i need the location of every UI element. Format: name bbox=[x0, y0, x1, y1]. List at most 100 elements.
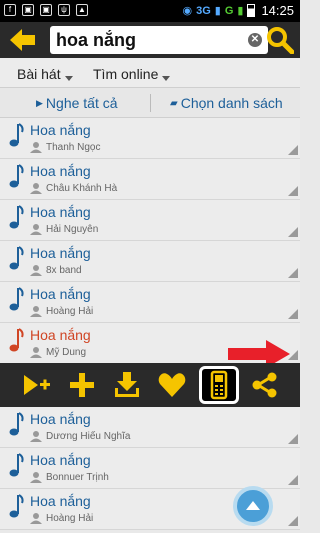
song-title: Hoa nắng bbox=[30, 493, 91, 509]
music-note-icon bbox=[9, 123, 24, 147]
dropdown-icon bbox=[162, 76, 171, 81]
artist-name: Hoàng Hải bbox=[46, 306, 94, 317]
network-3g-label: 3G bbox=[196, 4, 211, 17]
arrow-up-icon bbox=[246, 501, 260, 510]
divider bbox=[150, 94, 151, 112]
game-icon: ▲ bbox=[76, 4, 88, 16]
song-item[interactable]: Hoa nắng Thanh Ngọc bbox=[0, 118, 300, 159]
search-input[interactable] bbox=[56, 30, 244, 51]
play-all-button[interactable]: ▶ Nghe tất cả bbox=[36, 95, 118, 111]
song-title: Hoa nắng bbox=[30, 411, 91, 427]
song-list: Hoa nắng Thanh Ngọc Hoa nắng Châu Khánh … bbox=[0, 118, 300, 364]
artist-icon bbox=[30, 513, 42, 524]
artist-icon bbox=[30, 472, 42, 483]
usb-icon: ψ bbox=[58, 4, 70, 16]
download-button[interactable] bbox=[112, 371, 142, 399]
menu-corner-icon[interactable] bbox=[288, 145, 298, 155]
artist-icon bbox=[30, 183, 42, 194]
menu-corner-icon[interactable] bbox=[288, 475, 298, 485]
song-item[interactable]: Hoa nắng Châu Khánh Hà bbox=[0, 159, 300, 200]
filter-bar: Bài hát Tìm online bbox=[0, 58, 300, 88]
music-note-icon bbox=[9, 164, 24, 188]
artist-icon bbox=[30, 142, 42, 153]
artist-name: 8x band bbox=[46, 265, 82, 276]
search-icon[interactable] bbox=[266, 26, 294, 54]
facebook-icon: f bbox=[4, 4, 16, 16]
signal2-icon: ▮ bbox=[237, 5, 244, 17]
wifi-icon: ◉ bbox=[182, 5, 193, 17]
download-icon bbox=[115, 372, 139, 397]
song-item[interactable]: Hoa nắng Hoàng Hải bbox=[0, 282, 300, 323]
menu-corner-icon[interactable] bbox=[288, 268, 298, 278]
heart-icon bbox=[158, 373, 186, 397]
music-note-icon bbox=[9, 205, 24, 229]
artist-name: Thanh Ngọc bbox=[46, 142, 101, 153]
song-item[interactable]: Hoa nắng Hải Nguyên bbox=[0, 200, 300, 241]
dropdown-icon bbox=[64, 76, 73, 81]
artist-icon bbox=[30, 347, 42, 358]
play-all-label: Nghe tất cả bbox=[45, 95, 118, 111]
favorite-button[interactable] bbox=[157, 371, 187, 399]
menu-corner-icon[interactable] bbox=[288, 434, 298, 444]
set-ringtone-button[interactable] bbox=[199, 366, 239, 404]
battery-icon bbox=[247, 4, 256, 17]
clear-icon[interactable]: ✕ bbox=[248, 33, 262, 47]
image-icon: ▣ bbox=[22, 4, 34, 16]
artist-icon bbox=[30, 265, 42, 276]
artist-name: Dương Hiếu Nghĩa bbox=[46, 431, 131, 442]
clock: 14:25 bbox=[261, 3, 294, 18]
song-item[interactable]: Hoa nắng Bonnuer Trịnh bbox=[0, 448, 300, 489]
add-to-queue-button[interactable] bbox=[22, 371, 52, 399]
song-title: Hoa nắng bbox=[30, 204, 91, 220]
truck-icon: ▰ bbox=[170, 97, 178, 109]
song-action-toolbar bbox=[0, 363, 300, 407]
song-title: Hoa nắng bbox=[30, 452, 91, 468]
music-note-icon bbox=[9, 328, 24, 352]
artist-name: Bonnuer Trịnh bbox=[46, 472, 109, 483]
search-toolbar: ✕ bbox=[0, 22, 300, 58]
scroll-top-button[interactable] bbox=[233, 486, 273, 526]
phone-icon bbox=[210, 370, 228, 400]
category-label: Bài hát bbox=[17, 66, 61, 82]
music-note-icon bbox=[9, 246, 24, 270]
plus-icon bbox=[70, 373, 94, 397]
menu-corner-icon[interactable] bbox=[288, 227, 298, 237]
song-item[interactable]: Hoa nắng 8x band bbox=[0, 241, 300, 282]
song-title: Hoa nắng bbox=[30, 122, 91, 138]
gallery-icon: ▣ bbox=[40, 4, 52, 16]
share-button[interactable] bbox=[250, 371, 280, 399]
category-dropdown[interactable]: Bài hát bbox=[17, 66, 73, 82]
music-note-icon bbox=[9, 494, 24, 518]
song-title: Hoa nắng bbox=[30, 286, 91, 302]
play-add-icon bbox=[24, 375, 50, 395]
menu-corner-icon[interactable] bbox=[288, 309, 298, 319]
song-item[interactable]: Hoa nắng Dương Hiếu Nghĩa bbox=[0, 407, 300, 448]
choose-list-button[interactable]: ▰ Chọn danh sách bbox=[170, 95, 283, 111]
network-g-label: G bbox=[224, 4, 234, 17]
artist-name: Hải Nguyên bbox=[46, 224, 99, 235]
artist-name: Mỹ Dung bbox=[46, 347, 87, 358]
online-dropdown[interactable]: Tìm online bbox=[93, 66, 171, 82]
play-icon: ▶ bbox=[36, 97, 43, 108]
artist-icon bbox=[30, 431, 42, 442]
music-note-icon bbox=[9, 412, 24, 436]
artist-name: Châu Khánh Hà bbox=[46, 183, 118, 194]
artist-icon bbox=[30, 224, 42, 235]
choose-list-label: Chọn danh sách bbox=[180, 95, 283, 111]
back-arrow-icon[interactable] bbox=[8, 26, 38, 54]
song-title: Hoa nắng bbox=[30, 163, 91, 179]
artist-icon bbox=[30, 306, 42, 317]
menu-corner-icon[interactable] bbox=[288, 516, 298, 526]
action-bar: ▶ Nghe tất cả ▰ Chọn danh sách bbox=[0, 88, 300, 118]
signal-icon: ▮ bbox=[214, 5, 221, 17]
share-icon bbox=[252, 372, 277, 398]
status-bar: f ▣ ▣ ψ ▲ ◉ 3G ▮ G ▮ 14:25 bbox=[0, 0, 300, 22]
menu-corner-icon[interactable] bbox=[288, 186, 298, 196]
search-field[interactable]: ✕ bbox=[50, 26, 268, 54]
song-title: Hoa nắng bbox=[30, 327, 91, 343]
artist-name: Hoàng Hải bbox=[46, 513, 94, 524]
music-note-icon bbox=[9, 287, 24, 311]
music-note-icon bbox=[9, 453, 24, 477]
song-title: Hoa nắng bbox=[30, 245, 91, 261]
add-button[interactable] bbox=[67, 371, 97, 399]
